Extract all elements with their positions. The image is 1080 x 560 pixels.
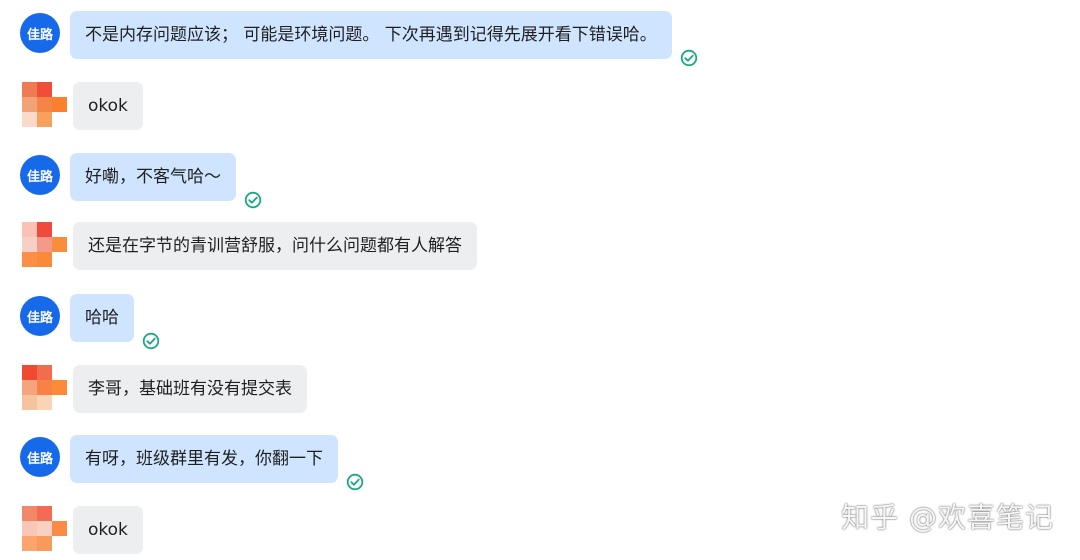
message-row: 佳路 好嘞，不客气哈～ [20,153,262,209]
read-check-icon [142,332,160,350]
read-check-icon [244,191,262,209]
my-message-bubble[interactable]: 不是内存问题应该； 可能是环境问题。 下次再遇到记得先展开看下错误哈。 [70,11,672,59]
my-avatar[interactable]: 佳路 [20,437,60,477]
message-row: 佳路 哈哈 [20,294,160,350]
my-message-bubble[interactable]: 好嘞，不客气哈～ [70,153,236,201]
contact-message-bubble[interactable]: okok [73,506,143,554]
contact-message-bubble[interactable]: 李哥，基础班有没有提交表 [73,365,307,413]
contact-avatar[interactable] [22,506,67,551]
read-check-icon [346,473,364,491]
message-row: 佳路 不是内存问题应该； 可能是环境问题。 下次再遇到记得先展开看下错误哈。 [20,11,698,67]
my-message-bubble[interactable]: 有呀，班级群里有发，你翻一下 [70,435,338,483]
read-check-icon [680,49,698,67]
my-message-bubble[interactable]: 哈哈 [70,294,134,342]
my-avatar[interactable]: 佳路 [20,155,60,195]
contact-message-bubble[interactable]: okok [73,82,143,130]
message-row: 佳路 有呀，班级群里有发，你翻一下 [20,435,364,491]
chat-history: 佳路 不是内存问题应该； 可能是环境问题。 下次再遇到记得先展开看下错误哈。 o… [0,0,1080,560]
contact-avatar[interactable] [22,365,67,410]
watermark: 知乎 @欢喜笔记 [841,501,1054,534]
message-row: 李哥，基础班有没有提交表 [20,365,307,413]
contact-message-bubble[interactable]: 还是在字节的青训营舒服，问什么问题都有人解答 [73,222,477,270]
message-row: okok [20,82,143,130]
my-avatar[interactable]: 佳路 [20,13,60,53]
message-row: okok [20,506,143,554]
message-row: 还是在字节的青训营舒服，问什么问题都有人解答 [20,222,477,270]
my-avatar[interactable]: 佳路 [20,296,60,336]
contact-avatar[interactable] [22,82,67,127]
contact-avatar[interactable] [22,222,67,267]
